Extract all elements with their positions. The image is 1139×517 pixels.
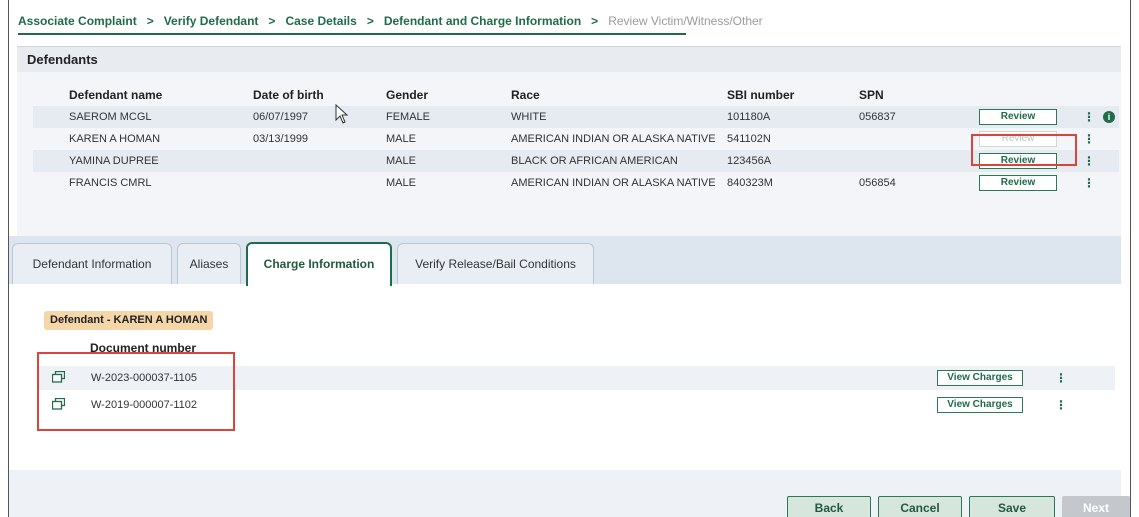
tab-verify-release-bail[interactable]: Verify Release/Bail Conditions	[397, 243, 594, 284]
defendant-spn: 056854	[859, 177, 896, 189]
defendant-name-link[interactable]: KAREN A HOMAN	[69, 133, 160, 145]
defendant-dob: 06/07/1997	[253, 111, 309, 123]
defendants-panel-header: Defendants	[17, 46, 1121, 72]
defendant-gender: MALE	[386, 133, 416, 145]
defendant-sbi: 541102N	[727, 133, 771, 145]
defendant-race: WHITE	[511, 111, 547, 123]
next-button: Next	[1062, 496, 1130, 517]
defendant-name-link[interactable]: FRANCIS CMRL	[69, 177, 152, 189]
tab-defendant-information[interactable]: Defendant Information	[12, 243, 172, 284]
defendant-row: FRANCIS CMRL MALE AMERICAN INDIAN OR ALA…	[33, 172, 1119, 194]
breadcrumb-separator: >	[591, 14, 599, 28]
tab-aliases[interactable]: Aliases	[177, 243, 241, 284]
back-button[interactable]: Back	[787, 496, 871, 517]
defendant-race: AMERICAN INDIAN OR ALASKA NATIVE	[511, 133, 716, 145]
highlight-box-review	[971, 134, 1077, 166]
breadcrumb-case-details[interactable]: Case Details	[285, 14, 356, 28]
more-options-icon[interactable]: ⋮	[1083, 176, 1095, 190]
highlight-box-documents	[37, 352, 235, 431]
defendant-dob: 03/13/1999	[253, 133, 309, 145]
column-header-spn: SPN	[859, 88, 884, 102]
cancel-button[interactable]: Cancel	[878, 496, 962, 517]
review-button[interactable]: Review	[979, 109, 1057, 125]
defendant-sbi: 840323M	[727, 177, 773, 189]
defendant-chip: Defendant - KAREN A HOMAN	[44, 311, 214, 330]
defendants-table: Defendant name Date of birth Gender Race…	[33, 84, 1119, 194]
view-charges-button[interactable]: View Charges	[937, 370, 1023, 386]
breadcrumb-separator: >	[146, 14, 154, 28]
tab-charge-information[interactable]: Charge Information	[246, 242, 392, 286]
breadcrumb: Associate Complaint > Verify Defendant >…	[18, 8, 763, 34]
breadcrumb-underline	[18, 33, 686, 35]
defendant-name: YAMINA DUPREE	[69, 155, 159, 167]
review-button[interactable]: Review	[979, 175, 1057, 191]
breadcrumb-separator: >	[366, 14, 374, 28]
defendant-race: AMERICAN INDIAN OR ALASKA NATIVE	[511, 177, 716, 189]
breadcrumb-associate-complaint[interactable]: Associate Complaint	[18, 14, 137, 28]
breadcrumb-defendant-charge-info[interactable]: Defendant and Charge Information	[384, 14, 581, 28]
defendant-gender: FEMALE	[386, 111, 431, 123]
defendant-spn: 056837	[859, 111, 896, 123]
defendant-sbi: 101180A	[727, 111, 771, 123]
defendants-table-header: Defendant name Date of birth Gender Race…	[33, 84, 1119, 106]
column-header-race: Race	[511, 88, 540, 102]
defendant-race: BLACK OR AFRICAN AMERICAN	[511, 155, 678, 167]
defendant-name: SAEROM MCGL	[69, 111, 152, 123]
defendant-gender: MALE	[386, 155, 416, 167]
mouse-cursor-icon	[335, 104, 349, 124]
view-charges-button[interactable]: View Charges	[937, 397, 1023, 413]
defendant-row: SAEROM MCGL 06/07/1997 FEMALE WHITE 1011…	[33, 106, 1119, 128]
breadcrumb-separator: >	[268, 14, 276, 28]
defendants-title: Defendants	[27, 52, 98, 67]
defendant-row: YAMINA DUPREE MALE BLACK OR AFRICAN AMER…	[33, 150, 1119, 172]
more-options-icon[interactable]: ⋮	[1055, 371, 1067, 385]
more-options-icon[interactable]: ⋮	[1083, 110, 1095, 124]
column-header-date-of-birth: Date of birth	[253, 88, 324, 102]
defendant-sbi: 123456A	[727, 155, 772, 167]
defendant-gender: MALE	[386, 177, 416, 189]
info-icon[interactable]: i	[1103, 111, 1115, 123]
breadcrumb-verify-defendant[interactable]: Verify Defendant	[164, 14, 259, 28]
more-options-icon[interactable]: ⋮	[1083, 154, 1095, 168]
breadcrumb-review-victim-witness: Review Victim/Witness/Other	[608, 14, 763, 28]
more-options-icon[interactable]: ⋮	[1055, 398, 1067, 412]
save-button[interactable]: Save	[969, 496, 1055, 517]
column-header-gender: Gender	[386, 88, 429, 102]
more-options-icon[interactable]: ⋮	[1083, 132, 1095, 146]
defendant-row: KAREN A HOMAN 03/13/1999 MALE AMERICAN I…	[33, 128, 1119, 150]
column-header-defendant-name: Defendant name	[69, 88, 163, 102]
column-header-sbi-number: SBI number	[727, 88, 795, 102]
